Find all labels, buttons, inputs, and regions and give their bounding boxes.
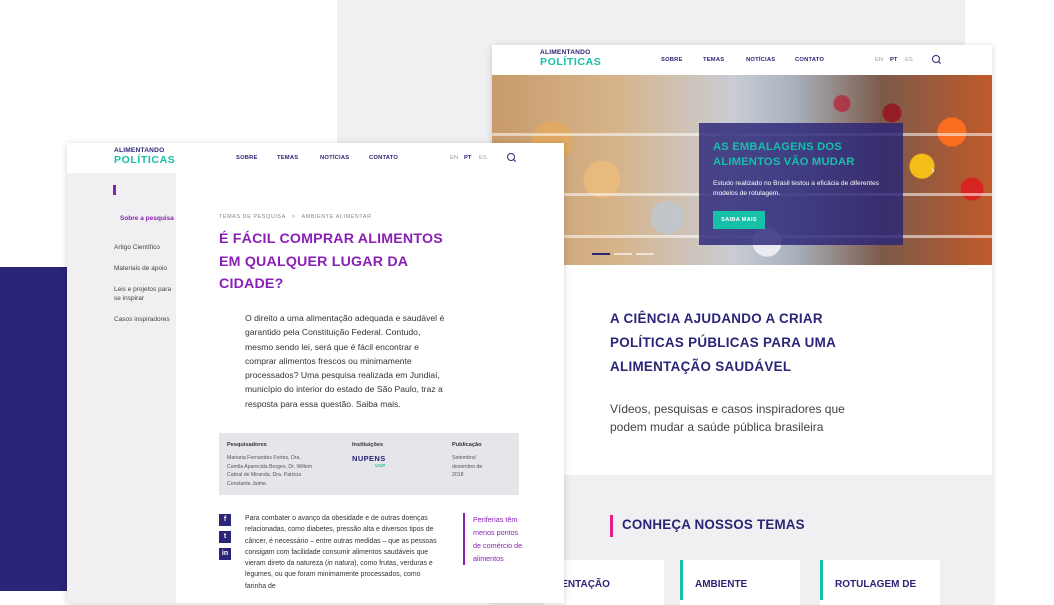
carousel-dot[interactable] [592,253,610,255]
hero-banner: AS EMBALAGENS DOS ALIMENTOS VÃO MUDAR Es… [492,75,992,265]
lang-en[interactable]: EN [450,155,458,161]
pull-quote: Periferias têm menos pontos de comércio … [463,513,523,565]
breadcrumb-current[interactable]: AMBIENTE ALIMENTAR [302,214,372,220]
article-info-box: Pesquisadores Mariana Fernandes Fortes, … [219,433,519,495]
sidebar-item-leis-e-projetos[interactable]: Leis e projetos para se inspirar [114,285,172,303]
sidebar-item-sobre-a-pesquisa[interactable]: Sobre a pesquisa [120,214,178,223]
article-intro: O direito a uma alimentação adequada e s… [245,313,445,409]
logo[interactable]: ALIMENTANDO POLÍTICAS [114,147,176,166]
article-body: Para combater o avanço da obesidade e de… [245,513,443,592]
lang-pt[interactable]: PT [464,155,471,161]
facebook-icon[interactable]: f [219,514,231,526]
nav-noticias[interactable]: NOTÍCIAS [320,155,349,161]
search-icon[interactable] [932,55,940,63]
twitter-icon[interactable]: t [219,531,231,543]
nav-temas[interactable]: TEMAS [277,155,298,161]
article-title: É FÁCIL COMPRAR ALIMENTOS EM QUALQUER LU… [219,231,443,292]
home-heading: A CIÊNCIA AJUDANDO A CRIAR POLÍTICAS PÚB… [610,311,836,374]
tema-card-accent [820,560,823,600]
hero-description: Estudo realizado no Brasil testou a efic… [713,180,880,197]
tema-card-ambiente[interactable]: AMBIENTE [680,560,800,605]
temas-title: CONHEÇA NOSSOS TEMAS [622,517,805,532]
carousel-indicators [592,242,658,255]
lang-es[interactable]: ES [479,155,487,161]
publication-label: Publicação [452,442,482,448]
home-subheading: Vídeos, pesquisas e casos inspiradores q… [610,402,845,434]
chevron-right-icon[interactable]: › [931,165,935,177]
tema-card-accent [680,560,683,600]
article-page-mockup: ALIMENTANDO POLÍTICAS SOBRE TEMAS NOTÍCI… [67,143,564,603]
logo-line-2: POLÍTICAS [114,153,176,166]
article-sidebar [67,173,176,603]
carousel-dot[interactable] [614,253,632,255]
nav-contato[interactable]: CONTATO [369,155,398,161]
nav-noticias[interactable]: NOTÍCIAS [746,57,775,63]
breadcrumb-section[interactable]: TEMAS DE PESQUISA [219,214,286,220]
institutions-label: Instituições [352,442,384,448]
nupens-logo-text: NUPENS [352,454,386,463]
sidebar-item-artigo-cientifico[interactable]: Artigo Científico [114,243,172,252]
lang-pt[interactable]: PT [890,57,897,63]
sidebar-active-indicator [113,185,116,195]
publication-value: Setembro/ dezembro de 2018 [452,455,483,478]
search-icon[interactable] [507,153,515,161]
hero-text-panel: AS EMBALAGENS DOS ALIMENTOS VÃO MUDAR Es… [699,123,903,245]
sidebar-item-casos-inspiradores[interactable]: Casos inspiradores [114,315,172,324]
researchers-value: Mariana Fernandes Fortes, Dra. Camila Ap… [227,455,313,487]
tema-card-label: ROTULAGEM DE [835,579,917,590]
nupens-logo-sub: USP [375,462,386,468]
article-body-emphasis: in natura [327,560,355,568]
logo[interactable]: ALIMENTANDO POLÍTICAS [540,49,602,68]
lang-es[interactable]: ES [905,57,913,63]
tema-card-rotulagem[interactable]: ROTULAGEM DE [820,560,940,605]
sidebar-item-materiais-de-apoio[interactable]: Materiais de apoio [114,264,172,273]
breadcrumb-separator: > [291,214,296,220]
home-page-mockup: ALIMENTANDO POLÍTICAS SOBRE TEMAS NOTÍCI… [492,45,992,605]
breadcrumb: TEMAS DE PESQUISA > AMBIENTE ALIMENTAR [219,214,372,220]
hero-title: AS EMBALAGENS DOS ALIMENTOS VÃO MUDAR [713,141,855,168]
tema-card-label: AMBIENTE [695,579,748,590]
linkedin-icon[interactable]: in [219,548,231,560]
nav-sobre[interactable]: SOBRE [236,155,258,161]
carousel-dot[interactable] [636,253,654,255]
logo-line-2: POLÍTICAS [540,55,602,68]
researchers-label: Pesquisadores [227,442,267,448]
nav-sobre[interactable]: SOBRE [661,57,683,63]
lang-en[interactable]: EN [875,57,883,63]
saiba-mais-button[interactable]: SAIBA MAIS [713,211,765,229]
nav-temas[interactable]: TEMAS [703,57,724,63]
home-navbar: ALIMENTANDO POLÍTICAS SOBRE TEMAS NOTÍCI… [492,45,992,75]
nav-contato[interactable]: CONTATO [795,57,824,63]
article-navbar: ALIMENTANDO POLÍTICAS SOBRE TEMAS NOTÍCI… [67,143,564,173]
share-buttons: f t in [219,514,231,565]
nupens-logo: NUPENS USP [352,455,386,468]
temas-accent-bar [610,515,613,537]
